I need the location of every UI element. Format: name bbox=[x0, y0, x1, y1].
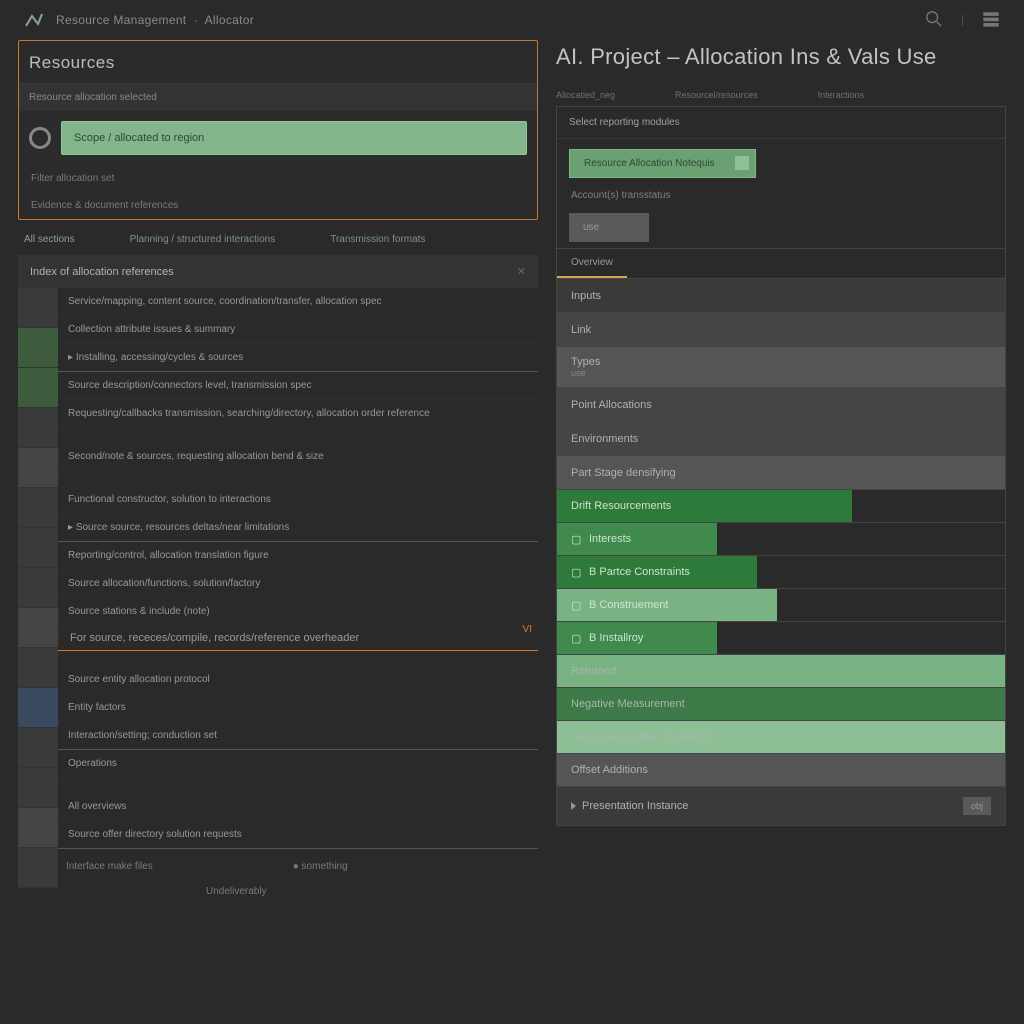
obj-tag: obj bbox=[963, 797, 991, 815]
thumb[interactable] bbox=[18, 328, 58, 368]
square-icon: ▢ bbox=[571, 566, 583, 578]
thumb[interactable] bbox=[18, 728, 58, 768]
list-item[interactable]: Service/mapping, content source, coordin… bbox=[58, 288, 538, 316]
row-label[interactable]: Part Stage densifying bbox=[557, 458, 1005, 488]
row-label[interactable]: Environments bbox=[557, 424, 1005, 454]
row-secure[interactable]: Secure & Location Transform bbox=[557, 720, 1005, 753]
thumb[interactable] bbox=[18, 568, 58, 608]
chart-row: ▢B Construement bbox=[557, 588, 1005, 621]
list-item[interactable]: Source description/connectors level, tra… bbox=[58, 372, 538, 400]
right-panel: Select reporting modules Resource Alloca… bbox=[556, 106, 1006, 826]
card-line-evidence[interactable]: Evidence & document references bbox=[19, 192, 537, 219]
list-item[interactable]: Second/note & sources, requesting alloca… bbox=[58, 428, 538, 471]
footer-link[interactable]: Interface make files bbox=[66, 861, 153, 872]
chart-row: ▢B Partce Constraints bbox=[557, 555, 1005, 588]
crumb-2[interactable]: Allocator bbox=[205, 13, 254, 27]
arrow-right-icon: ▸ bbox=[68, 522, 76, 533]
tab-overview[interactable]: Overview bbox=[557, 249, 627, 278]
row-label[interactable]: Inputs bbox=[557, 281, 1005, 311]
square-icon: ▢ bbox=[571, 632, 583, 644]
list-item[interactable]: Source stations & include (note) bbox=[58, 598, 538, 626]
list-item[interactable]: Source offer directory solution requests bbox=[58, 821, 538, 849]
list-item[interactable]: Requesting/callbacks transmission, searc… bbox=[58, 400, 538, 428]
list-item[interactable]: Source entity allocation protocol bbox=[58, 651, 538, 694]
row-label[interactable]: Typesuse bbox=[557, 347, 1005, 387]
account-status-link[interactable]: Account(s) transstatus bbox=[557, 184, 1005, 207]
crumb-1[interactable]: Resource Management bbox=[56, 13, 186, 27]
status-dot-icon bbox=[29, 127, 51, 149]
list-item[interactable]: All overviews bbox=[58, 778, 538, 821]
row-label[interactable]: Link bbox=[557, 315, 1005, 345]
row-offset[interactable]: Offset Additions bbox=[557, 753, 1005, 786]
thumbnail-column bbox=[18, 288, 58, 909]
resources-card: Resources Resource allocation selected S… bbox=[18, 40, 538, 220]
list-item[interactable]: ▸ Source source, resources deltas/near l… bbox=[58, 514, 538, 542]
list-item[interactable]: Operations bbox=[58, 750, 538, 778]
bar-segment[interactable]: ▢B Installroy bbox=[557, 622, 717, 654]
meta-2: Resourcel/resources bbox=[675, 90, 758, 100]
divider: | bbox=[961, 14, 964, 26]
thumb[interactable] bbox=[18, 288, 58, 328]
thumb[interactable] bbox=[18, 808, 58, 848]
tab-transmission[interactable]: Transmission formats bbox=[330, 234, 425, 245]
thumb[interactable] bbox=[18, 408, 58, 448]
highlighted-scope-button[interactable]: Scope / allocated to region bbox=[61, 121, 527, 155]
chart-row: ▢B Installroy bbox=[557, 621, 1005, 654]
list-item-highlighted[interactable]: For source, receces/compile, records/ref… bbox=[58, 626, 538, 651]
footer-link[interactable]: ● something bbox=[293, 861, 348, 872]
thumb[interactable] bbox=[18, 528, 58, 568]
card-sub-1: Resource allocation selected bbox=[19, 83, 537, 111]
arrow-right-icon: ▸ bbox=[68, 352, 76, 363]
list-item[interactable]: Reporting/control, allocation translatio… bbox=[58, 542, 538, 570]
bar-segment[interactable]: ▢B Construement bbox=[557, 589, 777, 621]
thumb[interactable] bbox=[18, 688, 58, 728]
resource-allocation-button[interactable]: Resource Allocation Notequis bbox=[569, 149, 756, 178]
list-title: Index of allocation references bbox=[30, 266, 174, 278]
square-icon: ▢ bbox=[571, 599, 583, 611]
line-tag: VI bbox=[523, 624, 532, 635]
card-line-filter[interactable]: Filter allocation set bbox=[19, 165, 537, 192]
thumb[interactable] bbox=[18, 488, 58, 528]
close-icon[interactable]: ✕ bbox=[517, 265, 526, 278]
list-item[interactable]: Collection attribute issues & summary bbox=[58, 316, 538, 344]
panel-heading: Select reporting modules bbox=[557, 107, 1005, 139]
page-title: AI. Project – Allocation Ins & Vals Use bbox=[556, 44, 1006, 70]
tab-planning[interactable]: Planning / structured interactions bbox=[130, 234, 276, 245]
list-item[interactable]: Interaction/setting; conduction set bbox=[58, 722, 538, 750]
thumb[interactable] bbox=[18, 368, 58, 408]
thumb[interactable] bbox=[18, 768, 58, 808]
thumb[interactable] bbox=[18, 448, 58, 488]
logo-icon bbox=[24, 10, 44, 30]
footer-link[interactable]: Undeliverably bbox=[206, 886, 267, 897]
bar-segment[interactable]: ▢B Partce Constraints bbox=[557, 556, 757, 588]
grid-icon[interactable] bbox=[982, 10, 1000, 31]
list-item[interactable]: Functional constructor, solution to inte… bbox=[58, 471, 538, 514]
tab-all[interactable]: All sections bbox=[24, 234, 75, 245]
meta-1: Allocatied_neg bbox=[556, 90, 615, 100]
bar-segment[interactable]: ▢Interests bbox=[557, 523, 717, 555]
meta-3: Interactions bbox=[818, 90, 865, 100]
row-label[interactable]: Point Allocations bbox=[557, 390, 1005, 420]
breadcrumb: Resource Management · Allocator bbox=[56, 13, 254, 27]
square-icon: ▢ bbox=[571, 533, 583, 545]
thumb[interactable] bbox=[18, 648, 58, 688]
left-tabs: All sections Planning / structured inter… bbox=[18, 220, 538, 255]
card-title: Resources bbox=[29, 53, 527, 73]
row-negative[interactable]: Negative Measurement bbox=[557, 687, 1005, 720]
list-item[interactable]: ▸ Installing, accessing/cycles & sources bbox=[58, 344, 538, 372]
list-item[interactable]: Source allocation/functions, solution/fa… bbox=[58, 570, 538, 598]
bar-segment[interactable]: Drift Resourcements bbox=[557, 490, 852, 522]
search-icon[interactable] bbox=[925, 10, 943, 31]
use-button[interactable]: use bbox=[569, 213, 649, 242]
thumb[interactable] bbox=[18, 848, 58, 888]
chart-row: Drift Resourcements bbox=[557, 489, 1005, 522]
row-presentation[interactable]: Presentation Instance obj bbox=[557, 786, 1005, 825]
thumb[interactable] bbox=[18, 608, 58, 648]
list-item[interactable]: Entity factors bbox=[58, 694, 538, 722]
chart-row: ▢Interests bbox=[557, 522, 1005, 555]
row-returned[interactable]: Returned bbox=[557, 654, 1005, 687]
caret-right-icon bbox=[571, 802, 576, 810]
